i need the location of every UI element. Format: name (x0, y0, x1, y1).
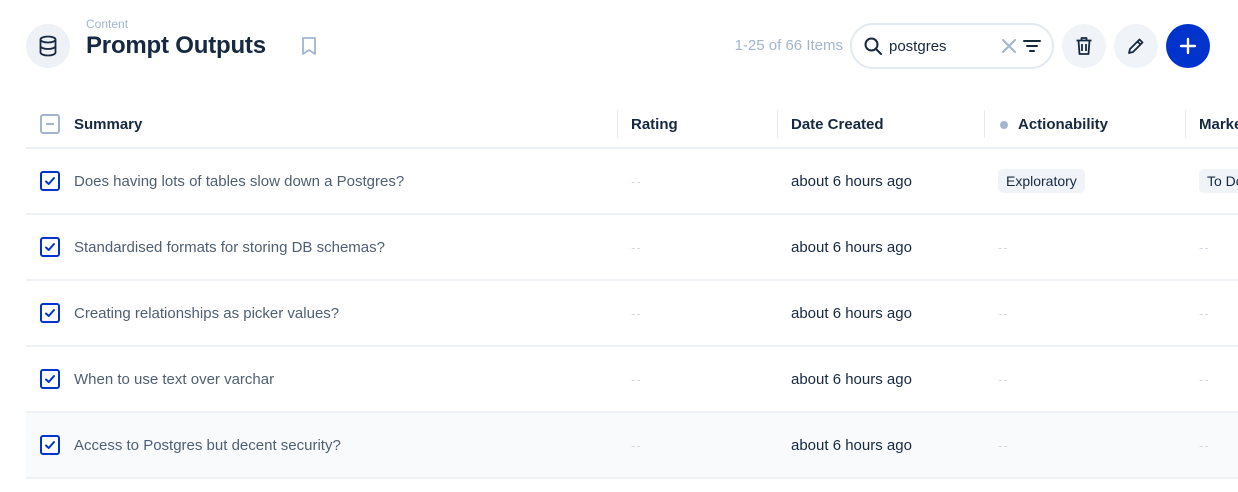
app-root: Content Prompt Outputs 1-25 of 66 Items (0, 0, 1238, 492)
collection-badge (26, 24, 70, 68)
select-all-checkbox[interactable] (40, 114, 60, 134)
page-title: Prompt Outputs (86, 32, 266, 59)
cell-summary: Creating relationships as picker values? (74, 304, 340, 322)
cell-date-created: about 6 hours ago (791, 436, 912, 454)
row-checkbox[interactable] (40, 171, 60, 191)
column-header-actionability[interactable]: Actionability (998, 100, 1178, 149)
search-box (850, 23, 1054, 69)
bookmark-button[interactable] (299, 35, 319, 57)
cell-rating: -- (631, 239, 642, 255)
table-row[interactable]: Does having lots of tables slow down a P… (26, 149, 1238, 215)
bookmark-icon (302, 37, 316, 55)
cell-date-created: about 6 hours ago (791, 238, 912, 256)
filter-icon[interactable] (1022, 37, 1042, 55)
item-count: 1-25 of 66 Items (734, 37, 843, 54)
cell-rating: -- (631, 173, 642, 189)
edit-button[interactable] (1114, 24, 1158, 68)
check-icon (45, 243, 55, 251)
cell-date-created: about 6 hours ago (791, 172, 912, 190)
cell-actionability: -- (998, 305, 1009, 321)
cell-summary: Access to Postgres but decent security? (74, 436, 341, 454)
column-header-marker[interactable]: Marke (1199, 100, 1238, 149)
search-input[interactable] (889, 35, 993, 57)
cell-marker: -- (1199, 305, 1210, 321)
table-row[interactable]: Creating relationships as picker values?… (26, 281, 1238, 347)
page-header: Content Prompt Outputs 1-25 of 66 Items (0, 0, 1238, 92)
cell-marker: To Do (1199, 149, 1238, 213)
cell-rating: -- (631, 305, 642, 321)
database-icon (39, 35, 57, 57)
check-icon (45, 177, 55, 185)
column-header-label: Actionability (1018, 116, 1109, 133)
cell-rating: -- (631, 437, 642, 453)
column-header-rating[interactable]: Rating (631, 100, 771, 149)
row-checkbox[interactable] (40, 303, 60, 323)
pencil-icon (1128, 38, 1144, 54)
search-icon (864, 37, 882, 55)
table-row[interactable]: When to use text over varchar -- about 6… (26, 347, 1238, 413)
cell-marker: -- (1199, 371, 1210, 387)
plus-icon (1179, 37, 1197, 55)
cell-actionability: -- (998, 371, 1009, 387)
row-checkbox[interactable] (40, 237, 60, 257)
trash-icon (1076, 37, 1092, 55)
row-checkbox[interactable] (40, 435, 60, 455)
actionability-chip: Exploratory (998, 169, 1085, 193)
column-header-summary[interactable]: Summary (74, 100, 614, 149)
field-indicator-dot (1000, 120, 1008, 129)
cell-actionability: Exploratory (998, 149, 1178, 213)
cell-summary: Standardised formats for storing DB sche… (74, 238, 385, 256)
cell-summary: Does having lots of tables slow down a P… (74, 172, 405, 190)
check-icon (45, 375, 55, 383)
cell-summary: When to use text over varchar (74, 370, 275, 388)
row-checkbox[interactable] (40, 369, 60, 389)
cell-marker: -- (1199, 239, 1210, 255)
table-row[interactable]: Standardised formats for storing DB sche… (26, 215, 1238, 281)
column-divider[interactable] (617, 110, 618, 138)
cell-actionability: -- (998, 437, 1009, 453)
check-icon (45, 309, 55, 317)
cell-actionability: -- (998, 239, 1009, 255)
cell-date-created: about 6 hours ago (791, 304, 912, 322)
minus-icon (46, 123, 54, 125)
close-icon[interactable] (1000, 37, 1018, 55)
check-icon (45, 441, 55, 449)
cell-date-created: about 6 hours ago (791, 370, 912, 388)
breadcrumb[interactable]: Content (86, 17, 128, 31)
cell-rating: -- (631, 371, 642, 387)
column-divider[interactable] (1185, 110, 1186, 138)
column-header-date-created[interactable]: Date Created (791, 100, 981, 149)
add-button[interactable] (1166, 24, 1210, 68)
table-row[interactable]: Access to Postgres but decent security? … (26, 413, 1238, 479)
cell-marker: -- (1199, 437, 1210, 453)
column-divider[interactable] (984, 110, 985, 138)
items-table: Summary Rating Date Created Actionabilit… (26, 100, 1238, 479)
table-header: Summary Rating Date Created Actionabilit… (26, 100, 1238, 149)
column-divider[interactable] (777, 110, 778, 138)
delete-button[interactable] (1062, 24, 1106, 68)
status-chip: To Do (1199, 169, 1238, 193)
